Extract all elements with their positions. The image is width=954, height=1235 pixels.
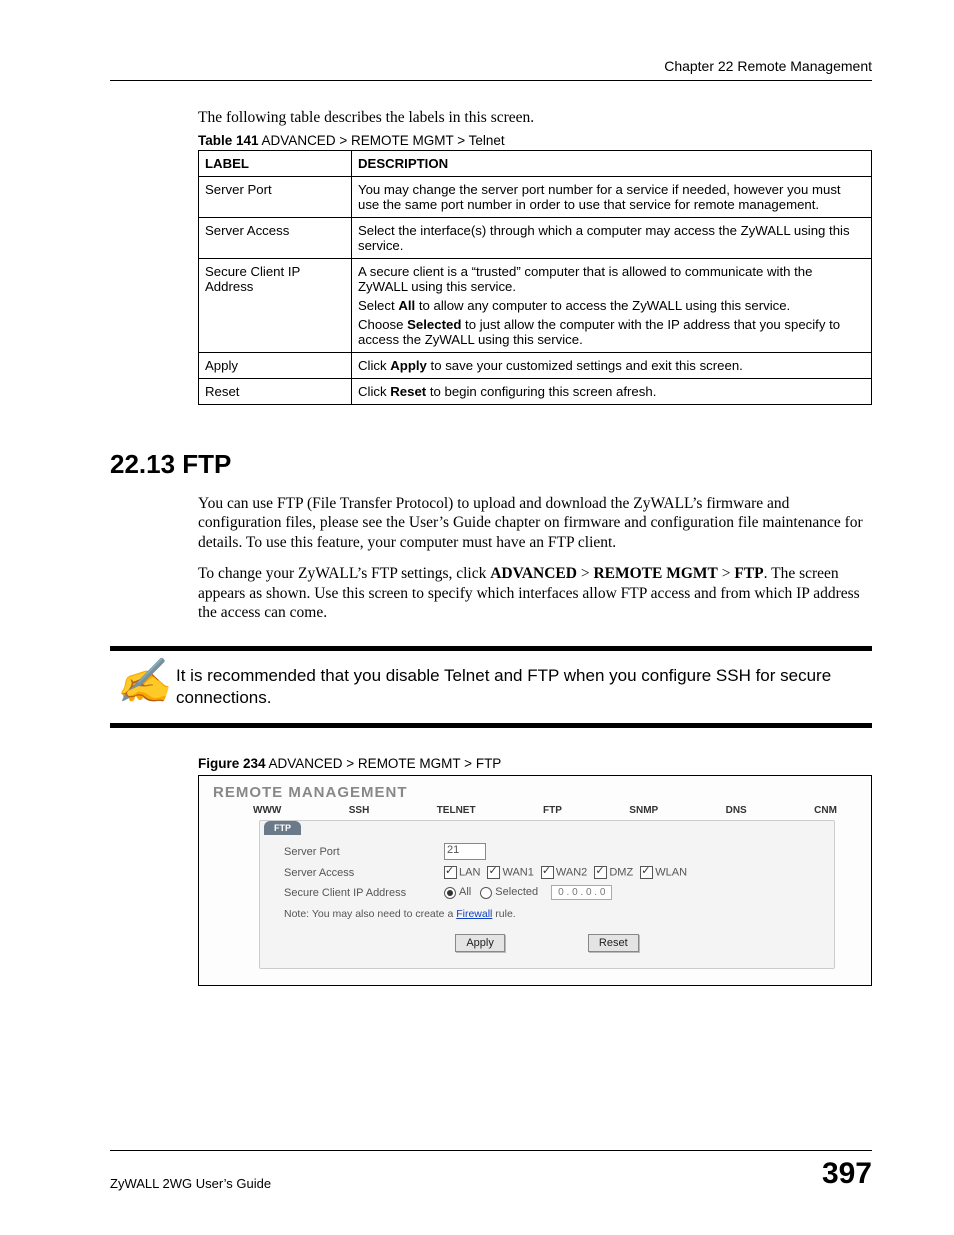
desc-line: A secure client is a “trusted” computer … bbox=[358, 264, 865, 294]
checkbox-wlan[interactable] bbox=[640, 866, 653, 879]
footer-page-number: 397 bbox=[822, 1157, 872, 1191]
tab-ftp[interactable]: FTP bbox=[543, 805, 562, 816]
note-bar-bottom bbox=[110, 723, 872, 728]
firewall-link[interactable]: Firewall bbox=[456, 908, 492, 920]
apply-button[interactable]: Apply bbox=[455, 934, 505, 952]
cell-label: Apply bbox=[199, 353, 352, 379]
screenshot-title: REMOTE MANAGEMENT bbox=[213, 784, 863, 801]
table-row: Server Access Select the interface(s) th… bbox=[199, 218, 872, 259]
cell-desc: A secure client is a “trusted” computer … bbox=[352, 259, 872, 353]
table-caption-num: Table 141 bbox=[198, 133, 259, 148]
th-label: LABEL bbox=[199, 151, 352, 177]
note-icon: ✍ bbox=[110, 661, 176, 698]
table-row: Secure Client IP Address A secure client… bbox=[199, 259, 872, 353]
label-server-port: Server Port bbox=[284, 846, 444, 858]
page-footer: ZyWALL 2WG User’s Guide 397 bbox=[110, 1150, 872, 1191]
body-paragraph: To change your ZyWALL’s FTP settings, cl… bbox=[198, 564, 872, 622]
tab-telnet[interactable]: TELNET bbox=[437, 805, 476, 816]
cell-desc: Click Apply to save your customized sett… bbox=[352, 353, 872, 379]
embedded-screenshot: REMOTE MANAGEMENT WWW SSH TELNET FTP SNM… bbox=[198, 775, 872, 986]
button-row: Apply Reset bbox=[260, 934, 834, 952]
desc-line: Choose Selected to just allow the comput… bbox=[358, 317, 865, 347]
table-caption-text: ADVANCED > REMOTE MGMT > Telnet bbox=[259, 133, 505, 148]
checkbox-dmz[interactable] bbox=[594, 866, 607, 879]
cell-desc: You may change the server port number fo… bbox=[352, 177, 872, 218]
firewall-note: Note: You may also need to create a Fire… bbox=[284, 908, 816, 920]
access-options: LAN WAN1 WAN2 DMZ WLAN bbox=[444, 866, 687, 879]
checkbox-lan[interactable] bbox=[444, 866, 457, 879]
server-port-input[interactable]: 21 bbox=[444, 843, 486, 860]
cell-label: Server Port bbox=[199, 177, 352, 218]
radio-selected[interactable] bbox=[480, 887, 492, 899]
header-rule bbox=[110, 80, 872, 81]
label-server-access: Server Access bbox=[284, 867, 444, 879]
tab-cnm[interactable]: CNM bbox=[814, 805, 837, 816]
desc-line: Select All to allow any computer to acce… bbox=[358, 298, 865, 313]
label-description-table: LABEL DESCRIPTION Server Port You may ch… bbox=[198, 150, 872, 405]
checkbox-wan2[interactable] bbox=[541, 866, 554, 879]
tab-www[interactable]: WWW bbox=[253, 805, 281, 816]
secure-client-options: All Selected 0 . 0 . 0 . 0 bbox=[444, 885, 612, 900]
section-heading: 22.13 FTP bbox=[110, 449, 872, 480]
checkbox-wan1[interactable] bbox=[487, 866, 500, 879]
table-row: Apply Click Apply to save your customize… bbox=[199, 353, 872, 379]
radio-all[interactable] bbox=[444, 887, 456, 899]
table-row: Server Port You may change the server po… bbox=[199, 177, 872, 218]
tabs-row: WWW SSH TELNET FTP SNMP DNS CNM bbox=[213, 805, 863, 816]
table-caption: Table 141 ADVANCED > REMOTE MGMT > Telne… bbox=[198, 133, 872, 148]
note-callout: ✍ It is recommended that you disable Tel… bbox=[110, 646, 872, 728]
intro-text: The following table describes the labels… bbox=[198, 109, 872, 127]
tab-ssh[interactable]: SSH bbox=[349, 805, 370, 816]
cell-desc: Click Reset to begin configuring this sc… bbox=[352, 379, 872, 405]
cell-desc: Select the interface(s) through which a … bbox=[352, 218, 872, 259]
ip-address-input[interactable]: 0 . 0 . 0 . 0 bbox=[551, 885, 612, 900]
note-text: It is recommended that you disable Telne… bbox=[176, 661, 872, 709]
ftp-panel: FTP Server Port 21 Server Access LAN WAN… bbox=[259, 820, 835, 969]
figure-caption-text: ADVANCED > REMOTE MGMT > FTP bbox=[266, 756, 502, 771]
panel-heading: FTP bbox=[264, 821, 301, 835]
tab-snmp[interactable]: SNMP bbox=[629, 805, 658, 816]
table-row: Reset Click Reset to begin configuring t… bbox=[199, 379, 872, 405]
cell-label: Reset bbox=[199, 379, 352, 405]
footer-guide-name: ZyWALL 2WG User’s Guide bbox=[110, 1176, 271, 1191]
body-paragraph: You can use FTP (File Transfer Protocol)… bbox=[198, 494, 872, 552]
th-description: DESCRIPTION bbox=[352, 151, 872, 177]
label-secure-client: Secure Client IP Address bbox=[284, 887, 444, 899]
cell-label: Server Access bbox=[199, 218, 352, 259]
figure-caption: Figure 234 ADVANCED > REMOTE MGMT > FTP bbox=[198, 756, 872, 771]
cell-label: Secure Client IP Address bbox=[199, 259, 352, 353]
reset-button[interactable]: Reset bbox=[588, 934, 639, 952]
tab-dns[interactable]: DNS bbox=[726, 805, 747, 816]
figure-caption-num: Figure 234 bbox=[198, 756, 266, 771]
chapter-header: Chapter 22 Remote Management bbox=[110, 58, 872, 74]
